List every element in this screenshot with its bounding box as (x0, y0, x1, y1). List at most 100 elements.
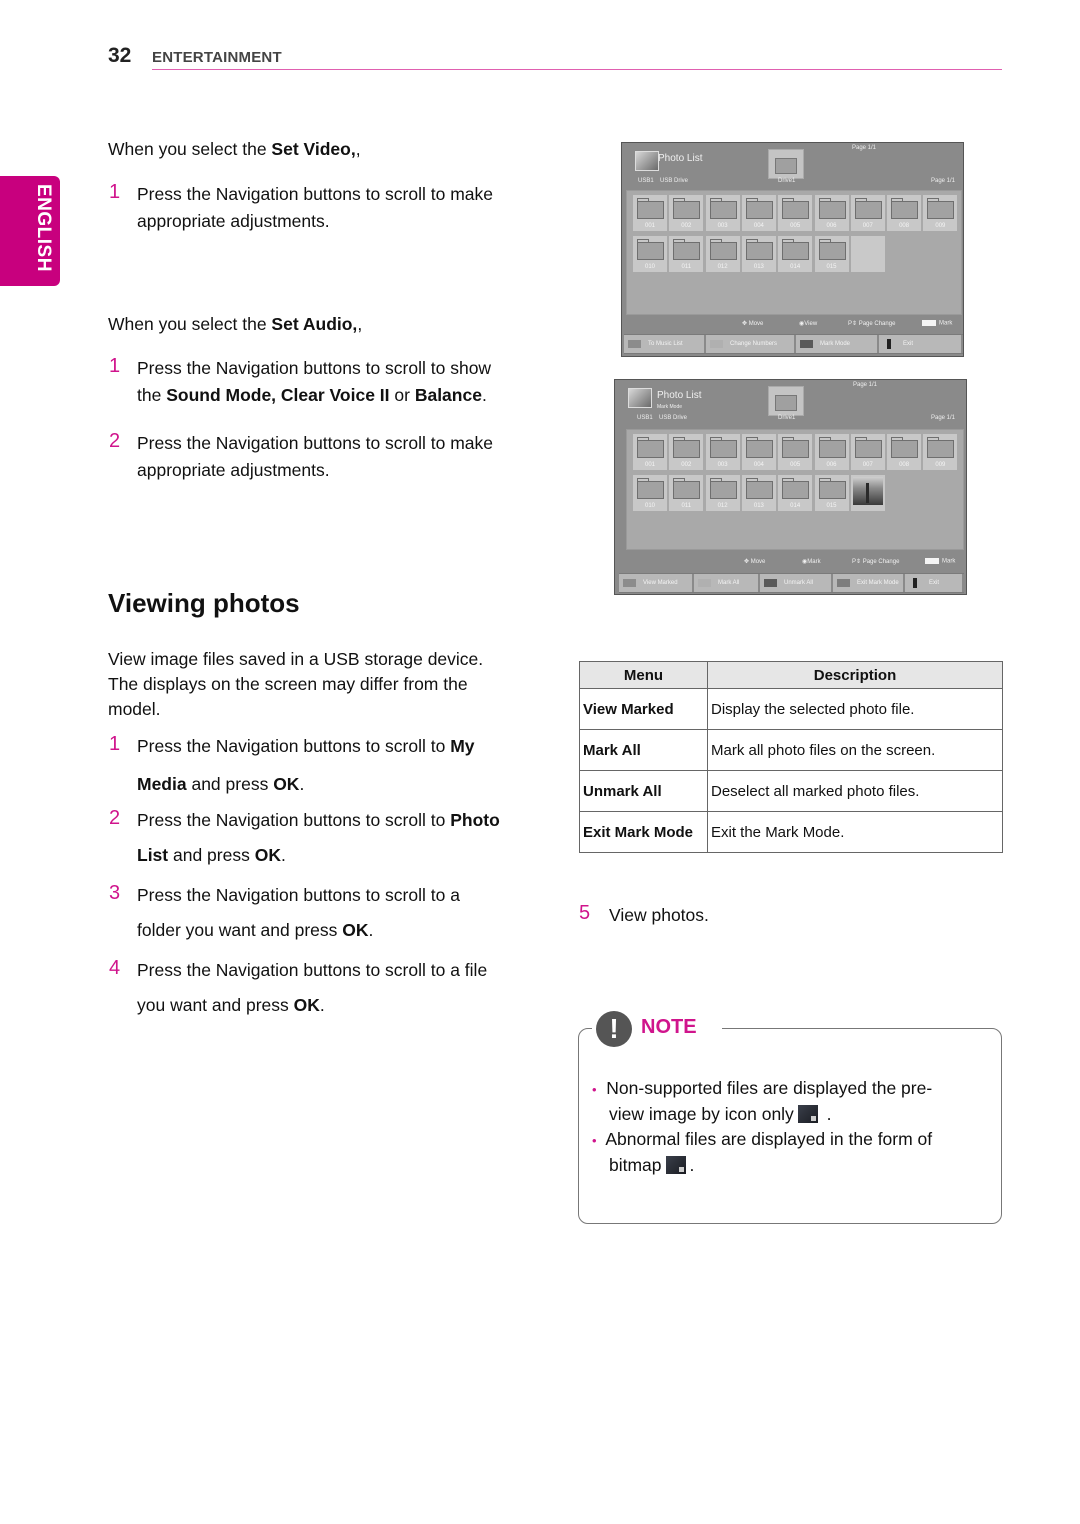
color-key-icon (628, 340, 641, 348)
step-line: appropriate adjustments. (137, 460, 330, 480)
folder-item[interactable]: 004 (741, 195, 776, 231)
tv-button-mark-mode[interactable]: Mark Mode (796, 335, 879, 353)
folder-item[interactable]: 014 (778, 236, 813, 272)
folder-item[interactable]: 007 (850, 195, 885, 231)
intro-text: When you select the (108, 139, 272, 159)
folder-item[interactable]: 006 (814, 195, 849, 231)
tv-button-change-numbers[interactable]: Change Numbers (706, 335, 796, 353)
page-indicator: Page 1/1 (853, 382, 878, 388)
folder-item[interactable]: 015 (814, 236, 849, 272)
folder-label: 013 (753, 503, 764, 509)
button-label: Exit Mark Mode (857, 580, 899, 586)
tv-button-mark-all[interactable]: Mark All (694, 574, 760, 592)
drive-label: USB Drive (660, 178, 689, 184)
folder-item[interactable]: 008 (887, 195, 922, 231)
photo-thumbnail[interactable] (850, 475, 885, 511)
folder-icon (891, 437, 919, 458)
tv-button-to-music-list[interactable]: To Music List (624, 335, 706, 353)
column-header-menu: Menu (579, 661, 708, 689)
tv-button-exit[interactable]: Exit (879, 335, 963, 353)
photo-list-icon (635, 151, 659, 171)
folder-icon (673, 478, 701, 499)
tv-button-view-marked[interactable]: View Marked (619, 574, 694, 592)
text: and press (186, 774, 274, 794)
hint-page-change: P⇕ Page Change (852, 558, 899, 565)
text: bitmap (609, 1155, 662, 1175)
table-row: Unmark All Deselect all marked photo file… (579, 770, 1003, 812)
folder-item[interactable]: 006 (814, 434, 849, 470)
folder-item[interactable]: 005 (778, 195, 813, 231)
folder-item[interactable]: 003 (705, 195, 740, 231)
hint-text: Mark (942, 558, 956, 565)
button-label: Exit (903, 341, 914, 347)
drive-label: USB Drive (659, 415, 688, 421)
tv-button-exit-mark-mode[interactable]: Exit Mark Mode (833, 574, 905, 592)
text: Press the Navigation buttons to scroll t… (137, 960, 488, 980)
folder-item[interactable]: 001 (633, 195, 667, 231)
bullet-icon: • (592, 1133, 597, 1148)
folder-icon (818, 198, 846, 219)
color-key-icon (623, 579, 636, 587)
folder-item[interactable]: 011 (669, 475, 704, 511)
folder-item[interactable]: 008 (887, 434, 922, 470)
step-number: 1 (109, 181, 121, 203)
folder-item[interactable]: 013 (741, 236, 776, 272)
hint-text: Move (748, 321, 764, 327)
folder-item[interactable]: 012 (705, 236, 740, 272)
folder-label: 002 (681, 223, 692, 229)
photo-list-icon (628, 388, 652, 408)
folder-item[interactable]: 004 (741, 434, 776, 470)
folder-icon (709, 437, 737, 458)
hint-text: Move (750, 559, 766, 565)
folder-label: 015 (826, 264, 837, 270)
empty-slot[interactable] (850, 236, 885, 272)
step-number: 1 (109, 355, 121, 377)
folder-item[interactable]: 015 (814, 475, 849, 511)
hint-mark: Mark (922, 320, 952, 327)
table-header-row: Menu Description (579, 661, 1003, 689)
intro-bold: Set Video, (271, 139, 356, 159)
text: the (137, 385, 167, 405)
folder-icon (745, 437, 773, 458)
tv-mark-mode-screen: Photo List Mark Mode Page 1/1 USB1 USB D… (614, 379, 967, 595)
folder-label: 008 (899, 223, 910, 229)
folder-item[interactable]: 009 (923, 195, 958, 231)
note-title: NOTE (641, 1016, 697, 1038)
step-number: 5 (579, 902, 591, 924)
folder-item[interactable]: 007 (850, 434, 885, 470)
folder-item[interactable]: 009 (923, 434, 958, 470)
step-text: Press the Navigation buttons to scroll t… (137, 356, 491, 408)
bold-text: List (137, 845, 169, 865)
description-cell: Deselect all marked photo files. (707, 770, 1003, 812)
folder-item[interactable]: 002 (669, 434, 704, 470)
folder-label: 003 (717, 462, 728, 468)
folder-icon (673, 198, 701, 219)
folder-item[interactable]: 001 (633, 434, 667, 470)
step-text: Press the Navigation buttons to scroll t… (137, 883, 460, 943)
folder-item[interactable]: 010 (633, 236, 667, 272)
text: Press the Navigation buttons to scroll t… (137, 810, 451, 830)
hint-view: ◉View (799, 320, 817, 327)
folder-item[interactable]: 013 (741, 475, 776, 511)
folder-item[interactable]: 014 (778, 475, 813, 511)
folder-item[interactable]: 010 (633, 475, 667, 511)
tv-button-exit[interactable]: Exit (905, 574, 964, 592)
folder-item[interactable]: 005 (778, 434, 813, 470)
bitmap-file-icon (665, 1156, 686, 1174)
folder-item[interactable]: 002 (669, 195, 704, 231)
folder-item[interactable]: 003 (705, 434, 740, 470)
hint-text: Page Change (862, 559, 900, 565)
step-number: 2 (109, 807, 121, 829)
folder-label: 005 (790, 223, 801, 229)
drive-folder-icon (768, 149, 804, 179)
step-text: Press the Navigation buttons to scroll t… (137, 808, 500, 868)
bold-text: My (450, 736, 475, 756)
folder-item[interactable]: 012 (705, 475, 740, 511)
folder-icon (854, 437, 882, 458)
menu-cell: Unmark All (579, 770, 708, 812)
tv-button-unmark-all[interactable]: Unmark All (760, 574, 833, 592)
folder-item[interactable]: 011 (669, 236, 704, 272)
move-icon: ✥ (742, 321, 748, 327)
note-item: • Non-supported files are displayed the … (592, 1076, 932, 1178)
hint-mark: Mark (925, 558, 955, 565)
